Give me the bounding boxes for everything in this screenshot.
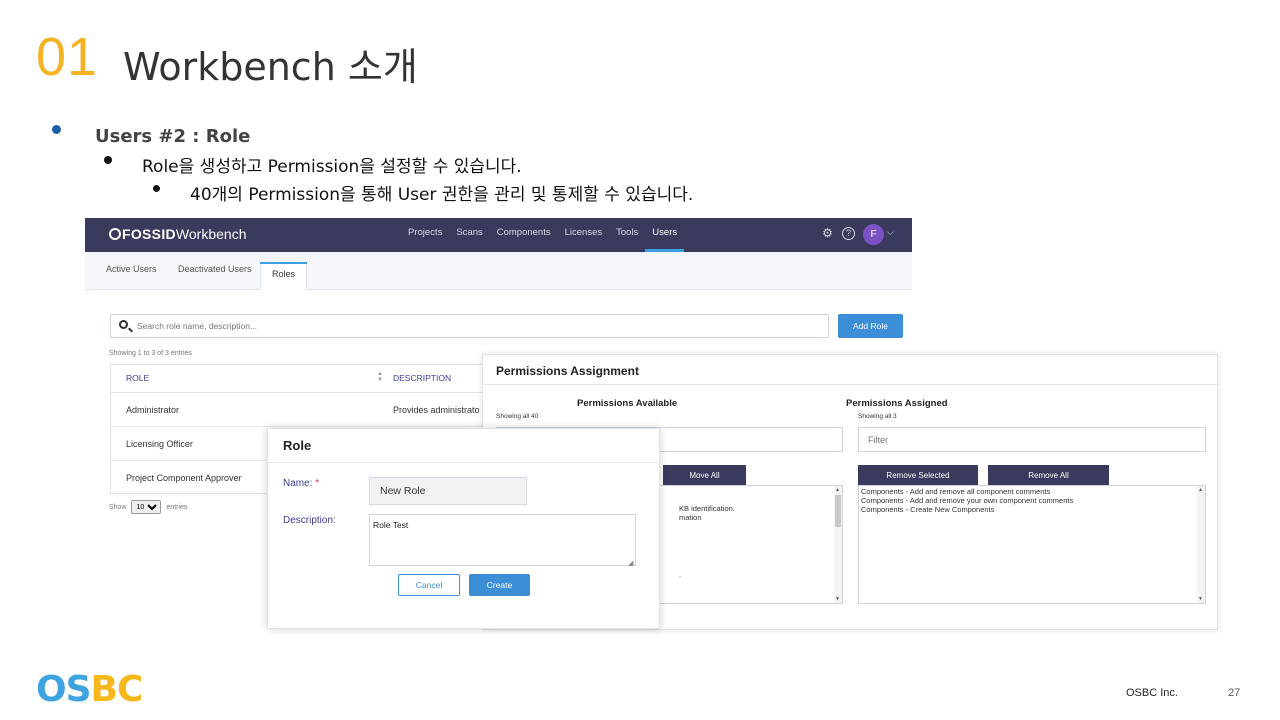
tab-bar: Active Users Deactivated Users Roles [85,252,912,290]
description-label: Description: [283,515,336,526]
assigned-filter-input[interactable] [858,427,1206,452]
nav-components[interactable]: Components [490,218,558,252]
nav-scans[interactable]: Scans [449,218,489,252]
list-item[interactable]: mation [679,513,702,522]
scroll-up-icon[interactable]: ▲ [1198,487,1203,493]
role-cell: Licensing Officer [126,439,193,449]
description-cell: Provides administrato [393,405,480,415]
list-item[interactable]: Components - Add and remove all componen… [861,487,1050,496]
permissions-title: Permissions Assignment [496,364,639,378]
role-cell: Administrator [126,405,180,415]
add-role-button[interactable]: Add Role [838,314,903,338]
resize-handle-icon[interactable]: ◢ [628,559,633,567]
name-label: Name: * [283,478,319,489]
permissions-available-heading: Permissions Available [577,398,678,409]
role-description-input[interactable]: Role Test [369,514,636,566]
bullet-dot-level1 [52,125,61,134]
cancel-button[interactable]: Cancel [398,574,460,596]
bullet-level3: 40개의 Permission을 통해 User 권한을 관리 및 통제할 수 … [190,185,694,205]
role-name-input[interactable] [369,477,527,505]
list-item[interactable]: . [679,570,681,579]
help-icon[interactable]: ? [842,227,855,240]
scroll-down-icon[interactable]: ▼ [835,596,840,602]
page-number: 27 [1228,687,1241,699]
logo-ring-icon [109,228,121,240]
main-nav: Projects Scans Components Licenses Tools… [401,218,684,252]
search-box [110,314,829,338]
sort-icon[interactable]: ▲ ▼ [377,371,383,383]
nav-licenses[interactable]: Licenses [558,218,610,252]
create-button[interactable]: Create [469,574,530,596]
logo-product: Workbench [175,226,247,242]
tab-deactivated-users[interactable]: Deactivated Users [178,264,252,274]
search-input[interactable] [137,318,817,334]
fossid-logo[interactable]: FOSSIDWorkbench [109,226,246,242]
nav-projects[interactable]: Projects [401,218,449,252]
tab-active-users[interactable]: Active Users [106,264,157,274]
logo-part-os: OS [36,669,92,710]
entries-label: entries [166,503,188,511]
remove-selected-button[interactable]: Remove Selected [858,465,978,485]
permissions-available-count: Showing all 40 [496,413,539,420]
required-mark: * [315,478,320,489]
bullet-dot-level3 [153,185,160,192]
scrollbar[interactable]: ▲ ▼ [1197,486,1205,603]
entries-info: Showing 1 to 3 of 3 entries [109,350,192,357]
logo-part-bc: BC [90,669,144,710]
bullet-level1: Users #2 : Role [95,126,251,147]
remove-all-button[interactable]: Remove All [988,465,1109,485]
logo-brand: FOSSID [122,226,176,242]
assigned-permissions-list[interactable]: Components - Add and remove all componen… [858,485,1206,604]
divider [268,462,661,463]
list-item[interactable]: KB identification. [679,504,735,513]
show-label: Show [109,503,127,511]
scroll-up-icon[interactable]: ▲ [835,487,840,493]
slide-title: Workbench 소개 [123,45,418,89]
slide-number: 01 [36,27,99,87]
role-dialog: Role Name: * Description: Role Test ◢ Ca… [267,428,661,629]
bullet-level2: Role을 생성하고 Permission을 설정할 수 있습니다. [142,157,522,177]
osbc-logo: OSBC [36,669,144,710]
page-size-control: Show 10 entries [109,500,187,514]
permissions-assigned-count: Showing all 3 [858,413,897,420]
list-item[interactable]: Components - Add and remove your own com… [861,496,1073,505]
list-item[interactable]: Components - Create New Components [861,505,994,514]
divider [483,384,1219,385]
avatar[interactable]: F [863,224,884,245]
bullet-dot-level2 [104,156,112,164]
role-cell: Project Component Approver [126,473,242,483]
top-navbar: FOSSIDWorkbench Projects Scans Component… [85,218,912,252]
scrollbar[interactable]: ▲ ▼ [834,486,842,603]
role-dialog-title: Role [283,438,312,453]
nav-users[interactable]: Users [645,218,684,252]
scrollbar-thumb[interactable] [835,495,841,527]
column-header-role[interactable]: ROLE [126,365,149,392]
move-all-button[interactable]: Move All [663,465,746,485]
footer-company: OSBC Inc. [1126,687,1178,699]
nav-tools[interactable]: Tools [609,218,645,252]
chevron-down-icon[interactable]: ⌵ [887,227,894,238]
tab-roles[interactable]: Roles [260,262,308,290]
name-label-text: Name: [283,478,313,489]
permissions-assigned-heading: Permissions Assigned [846,398,948,409]
scroll-down-icon[interactable]: ▼ [1198,596,1203,602]
column-header-description[interactable]: DESCRIPTION [393,365,451,392]
table-row[interactable]: Administrator Provides administrato [111,393,489,427]
page-size-select[interactable]: 10 [131,500,162,514]
search-icon [119,320,128,329]
gear-icon[interactable]: ⚙ [821,227,834,240]
